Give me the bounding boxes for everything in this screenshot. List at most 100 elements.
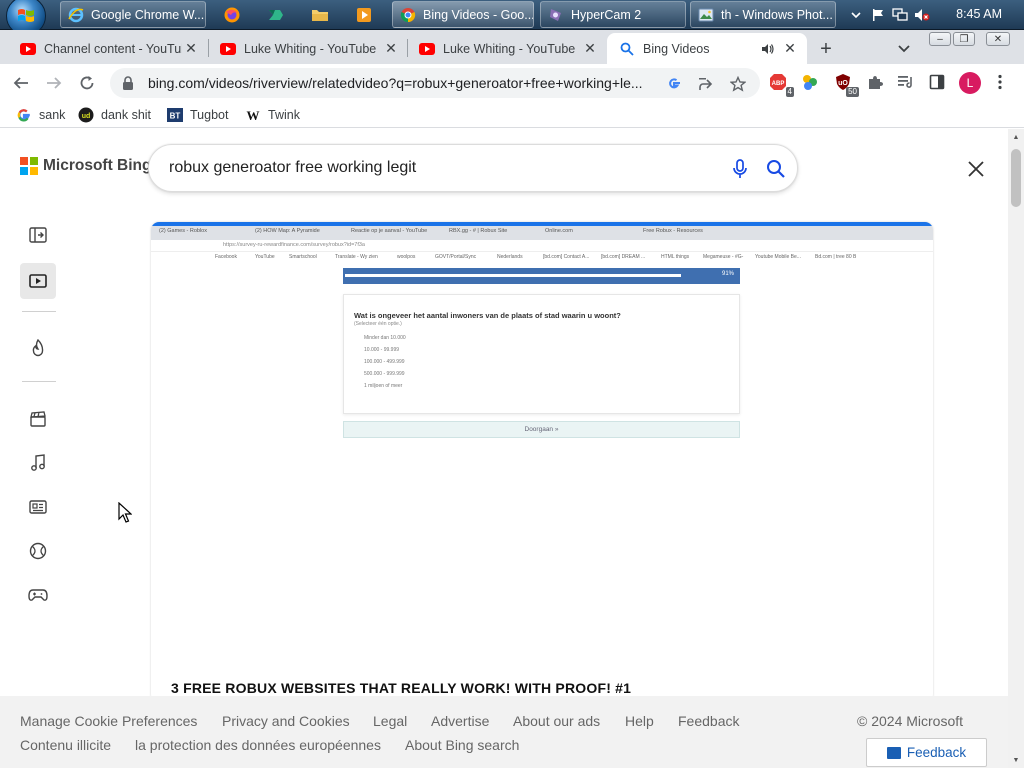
close-tab-icon[interactable]: ✕	[781, 40, 799, 58]
ie-icon	[67, 6, 85, 24]
survey-option: 500.000 - 999.999	[364, 371, 405, 377]
taskbar-task-media-player[interactable]	[344, 1, 384, 28]
trending-flame-icon[interactable]	[20, 331, 56, 367]
video-frame-tab: RBX.gg - # | Robux Site	[449, 228, 508, 234]
youtube-icon	[20, 41, 36, 57]
scroll-down-arrow-icon[interactable]: ▼	[1008, 752, 1024, 768]
share-icon[interactable]	[697, 75, 715, 93]
network-icon[interactable]	[892, 7, 908, 23]
search-input[interactable]: robux generoator free working legit	[169, 159, 416, 177]
gaming-controller-icon[interactable]	[20, 577, 56, 613]
extension-icon[interactable]	[800, 72, 820, 92]
footer-link[interactable]: Manage Cookie Preferences	[20, 713, 197, 729]
google-lens-icon[interactable]	[665, 75, 683, 93]
taskbar-task-ie[interactable]: Google Chrome W...	[60, 1, 206, 28]
video-player[interactable]: (2) Games - Roblox (2) HOW Map: A Pyrami…	[151, 222, 933, 702]
tab-channel-content[interactable]: Channel content - YouTube ✕	[8, 33, 208, 64]
media-controls-icon[interactable]	[896, 72, 916, 92]
footer-link[interactable]: Privacy and Cookies	[222, 713, 350, 729]
bookmark-item[interactable]: BT Tugbot	[167, 106, 228, 124]
svg-text:ABP: ABP	[772, 81, 785, 87]
search-box[interactable]: robux generoator free working legit	[148, 144, 798, 192]
video-player-icon[interactable]	[20, 263, 56, 299]
url-text[interactable]: bing.com/videos/riverview/relatedvideo?q…	[148, 75, 648, 91]
footer-link[interactable]: Help	[625, 713, 654, 729]
search-icon[interactable]	[764, 157, 788, 181]
sports-ball-icon[interactable]	[20, 533, 56, 569]
footer-link[interactable]: About Bing search	[405, 737, 519, 753]
video-title[interactable]: 3 FREE ROBUX WEBSITES THAT REALLY WORK! …	[171, 680, 631, 696]
profile-avatar[interactable]: L	[959, 72, 981, 94]
maximize-button[interactable]: ❐	[953, 32, 975, 46]
movies-clapperboard-icon[interactable]	[20, 401, 56, 437]
bookmark-label: Tugbot	[190, 108, 229, 122]
action-center-flag-icon[interactable]	[870, 7, 886, 23]
bookmark-item[interactable]: ud dank shit	[78, 106, 151, 124]
video-frame-tab: Reactie op je aanval - YouTube	[351, 228, 428, 234]
address-bar[interactable]: bing.com/videos/riverview/relatedvideo?q…	[110, 68, 760, 98]
microsoft-bing-logo[interactable]: Microsoft Bing	[20, 157, 152, 175]
survey-option: 1 miljoen of meer	[364, 383, 403, 389]
hypercam-icon	[547, 6, 565, 24]
reload-button[interactable]	[74, 70, 100, 96]
feedback-button[interactable]: Feedback	[866, 738, 987, 767]
taskbar-task-app[interactable]	[256, 1, 296, 28]
video-frame-bookmark: woolpos	[397, 254, 416, 260]
bookmark-star-icon[interactable]	[729, 75, 747, 93]
close-tab-icon[interactable]: ✕	[581, 40, 599, 58]
taskbar-clock[interactable]: 8:45 AM	[956, 7, 1002, 21]
tab-luke-whiting-2[interactable]: Luke Whiting - YouTube ✕	[407, 33, 607, 64]
windows-taskbar: Google Chrome W... Bing Videos - Goo... …	[0, 0, 1024, 36]
tab-audio-icon[interactable]	[759, 40, 777, 58]
taskbar-task-label: HyperCam 2	[571, 7, 642, 22]
survey-progress-fill	[345, 274, 681, 277]
svg-text:BT: BT	[170, 112, 181, 121]
music-note-icon[interactable]	[20, 445, 56, 481]
footer-link[interactable]: Advertise	[431, 713, 489, 729]
side-panel-icon[interactable]	[927, 72, 947, 92]
tab-luke-whiting-1[interactable]: Luke Whiting - YouTube ✕	[208, 33, 408, 64]
chrome-menu-icon[interactable]	[990, 72, 1010, 92]
show-hidden-icons-icon[interactable]	[848, 7, 864, 23]
tab-search-chevron-icon[interactable]	[893, 39, 915, 59]
close-tab-icon[interactable]: ✕	[382, 40, 400, 58]
mouse-cursor-icon	[118, 501, 133, 527]
ublock-extension-icon[interactable]: uO 50	[833, 72, 859, 97]
microphone-icon[interactable]	[729, 158, 751, 180]
browser-toolbar: bing.com/videos/riverview/relatedvideo?q…	[0, 64, 1024, 102]
close-icon[interactable]	[964, 157, 988, 181]
footer-link[interactable]: la protection des données européennes	[135, 737, 381, 753]
taskbar-task-label: Google Chrome W...	[91, 7, 205, 22]
back-button[interactable]	[8, 70, 34, 96]
close-tab-icon[interactable]: ✕	[182, 40, 200, 58]
forward-button[interactable]	[41, 70, 67, 96]
volume-muted-icon[interactable]	[914, 7, 930, 23]
taskbar-task-chrome[interactable]: Bing Videos - Goo...	[392, 1, 534, 28]
new-tab-button[interactable]: +	[814, 37, 838, 61]
tab-bing-videos[interactable]: Bing Videos ✕	[607, 33, 807, 64]
footer-link[interactable]: Feedback	[678, 713, 739, 729]
scroll-up-arrow-icon[interactable]: ▲	[1008, 129, 1024, 145]
footer-link[interactable]: Contenu illicite	[20, 737, 111, 753]
news-icon[interactable]	[20, 489, 56, 525]
taskbar-task-hypercam[interactable]: HyperCam 2	[540, 1, 686, 28]
collapse-rail-icon[interactable]	[20, 217, 56, 253]
footer-link[interactable]: Legal	[373, 713, 407, 729]
taskbar-task-firefox[interactable]	[212, 1, 252, 28]
extensions-puzzle-icon[interactable]	[865, 72, 885, 92]
lock-icon[interactable]	[122, 76, 138, 90]
adblock-extension-icon[interactable]: ABP 4	[768, 72, 794, 97]
survey-next-button: Doorgaan »	[343, 421, 740, 438]
taskbar-task-photo-viewer[interactable]: th - Windows Phot...	[690, 1, 836, 28]
taskbar-task-explorer[interactable]	[300, 1, 340, 28]
page-scrollbar[interactable]: ▲ ▼	[1008, 129, 1024, 768]
close-window-button[interactable]: ✕	[986, 32, 1010, 46]
bookmark-item[interactable]: sank	[16, 106, 65, 124]
survey-option: 10.000 - 99.999	[364, 347, 400, 353]
footer-link[interactable]: About our ads	[513, 713, 600, 729]
feedback-chat-icon	[886, 746, 901, 759]
scrollbar-thumb[interactable]	[1011, 149, 1021, 207]
bookmark-item[interactable]: W Twink	[245, 106, 300, 124]
minimize-button[interactable]: –	[929, 32, 951, 46]
video-frame-bookmark: Bd.com | tree 80 B	[815, 254, 857, 260]
